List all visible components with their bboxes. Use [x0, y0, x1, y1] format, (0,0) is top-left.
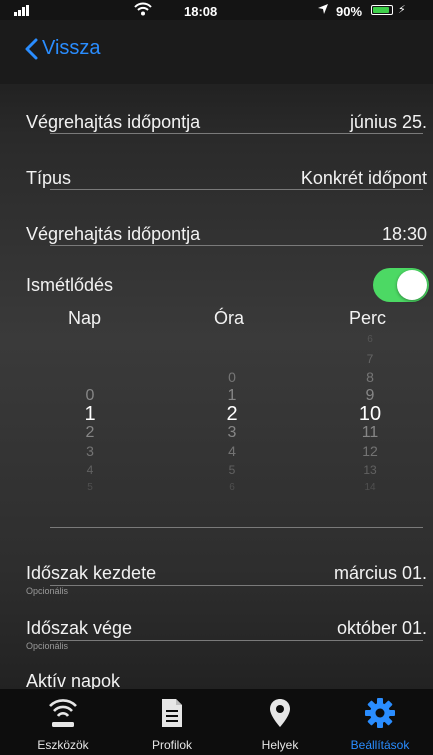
- execution-date-value: június 25.: [349, 112, 427, 132]
- execution-time-label: Végrehajtás időpontja: [26, 224, 201, 244]
- navigation-bar: Vissza: [0, 20, 433, 84]
- type-row[interactable]: Típus Konkrét időpont: [0, 151, 433, 207]
- location-pin-icon: [268, 697, 292, 734]
- type-value: Konkrét időpont: [300, 168, 427, 188]
- picker-value[interactable]: 13: [330, 463, 410, 477]
- picker-value[interactable]: 6: [330, 334, 410, 345]
- picker-value[interactable]: 14: [330, 482, 410, 493]
- picker-value[interactable]: 11: [330, 424, 410, 442]
- gear-icon: [364, 697, 396, 734]
- period-end-label: Időszak vége: [26, 618, 133, 638]
- tab-helyek[interactable]: Helyek: [230, 689, 330, 755]
- picker-value[interactable]: 3: [50, 443, 130, 459]
- execution-time-row[interactable]: Végrehajtás időpontja 18:30: [0, 207, 433, 263]
- battery-icon: [371, 5, 393, 15]
- signal-icon: [14, 4, 30, 19]
- divider: [50, 245, 423, 246]
- picker-value[interactable]: 2: [50, 424, 130, 442]
- picker-value[interactable]: 5: [50, 482, 130, 493]
- divider: [50, 133, 423, 134]
- period-start-value: március 01.: [333, 563, 427, 583]
- hour-picker-column[interactable]: 0123456: [192, 320, 272, 520]
- picker-value[interactable]: 8: [330, 369, 410, 385]
- tab-label: Profilok: [151, 738, 192, 752]
- day-picker-column[interactable]: 012345: [50, 320, 130, 520]
- tab-eszkozok[interactable]: Eszközök: [13, 689, 113, 755]
- period-end-row[interactable]: Időszak vége Opcionális október 01.: [0, 601, 433, 657]
- repeat-label: Ismétlődés: [26, 275, 114, 295]
- picker-value[interactable]: 4: [192, 443, 272, 459]
- divider: [50, 640, 423, 641]
- execution-date-label: Végrehajtás időpontja: [26, 112, 201, 132]
- execution-date-row[interactable]: Végrehajtás időpontja június 25.: [0, 95, 433, 151]
- tab-profilok[interactable]: Profilok: [122, 689, 222, 755]
- period-start-label: Időszak kezdete: [26, 563, 157, 583]
- picker-value[interactable]: 12: [330, 443, 410, 459]
- status-bar: 18:08 90% ⚡: [0, 0, 433, 20]
- wifi-status-icon: [134, 2, 152, 19]
- repeat-toggle[interactable]: [373, 268, 429, 302]
- picker-value[interactable]: 4: [50, 463, 130, 477]
- picker-value[interactable]: 5: [192, 463, 272, 477]
- divider: [50, 527, 423, 528]
- tab-label: Eszközök: [37, 738, 89, 752]
- chevron-left-icon: [25, 38, 38, 59]
- execution-time-value: 18:30: [381, 224, 427, 244]
- picker-value[interactable]: 0: [192, 369, 272, 385]
- minute-picker-column[interactable]: 6 7 8 9 10 11 12 13 14: [330, 320, 410, 520]
- period-end-optional: Opcionális: [26, 641, 69, 651]
- repeat-row: Ismétlődés: [0, 258, 433, 314]
- period-start-optional: Opcionális: [26, 586, 69, 596]
- divider: [50, 585, 423, 586]
- period-start-row[interactable]: Időszak kezdete Opcionális március 01.: [0, 546, 433, 602]
- divider: [50, 189, 423, 190]
- back-label: Vissza: [42, 37, 101, 59]
- document-icon: [160, 697, 184, 734]
- charging-bolt-icon: ⚡: [398, 4, 406, 16]
- picker-value[interactable]: 0: [50, 387, 130, 405]
- tab-label: Beállítások: [350, 738, 410, 752]
- period-end-value: október 01.: [336, 618, 427, 638]
- location-arrow-icon: [317, 3, 329, 18]
- type-label: Típus: [26, 168, 72, 188]
- back-button[interactable]: Vissza: [24, 37, 101, 60]
- picker-value[interactable]: 3: [192, 424, 272, 442]
- picker-value[interactable]: 7: [330, 352, 410, 366]
- picker-value[interactable]: 1: [192, 387, 272, 405]
- tab-bar: Eszközök Profilok Helyek Beállítások: [0, 689, 433, 755]
- picker-value[interactable]: 9: [330, 387, 410, 405]
- picker-value[interactable]: 6: [192, 482, 272, 493]
- status-time: 18:08: [184, 4, 218, 19]
- tab-label: Helyek: [261, 738, 299, 752]
- wifi-icon: [48, 697, 78, 734]
- tab-beallitasok[interactable]: Beállítások: [330, 689, 430, 755]
- battery-percent: 90%: [336, 4, 363, 19]
